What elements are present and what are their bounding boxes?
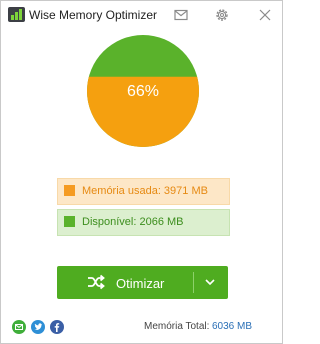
total-memory-label: Memória Total: (144, 321, 210, 332)
app-icon (8, 7, 25, 22)
facebook-icon[interactable] (50, 320, 64, 334)
close-icon[interactable] (256, 6, 274, 24)
free-memory-row: Disponível: 2066 MB (57, 209, 230, 236)
pie-percent-label: 66% (126, 83, 160, 100)
chevron-down-icon[interactable] (203, 276, 217, 288)
twitter-icon[interactable] (31, 320, 45, 334)
email-icon[interactable] (12, 320, 26, 334)
used-memory-label: Memória usada: 3971 MB (82, 185, 208, 197)
optimize-button[interactable]: Otimizar (57, 266, 228, 299)
total-memory-value: 6036 MB (212, 321, 253, 332)
window-title: Wise Memory Optimizer (29, 8, 158, 22)
app-window: Wise Memory Optimizer 66% Memória usada:… (0, 0, 283, 344)
free-color-swatch (64, 216, 75, 227)
optimize-label: Otimizar (116, 276, 165, 291)
used-memory-row: Memória usada: 3971 MB (57, 178, 230, 205)
mail-icon[interactable] (172, 6, 190, 24)
title-bar: Wise Memory Optimizer (1, 1, 282, 29)
used-color-swatch (64, 185, 75, 196)
shuffle-icon (88, 274, 105, 290)
free-memory-label: Disponível: 2066 MB (82, 216, 184, 228)
gear-icon[interactable] (213, 6, 231, 24)
button-divider (193, 272, 194, 293)
